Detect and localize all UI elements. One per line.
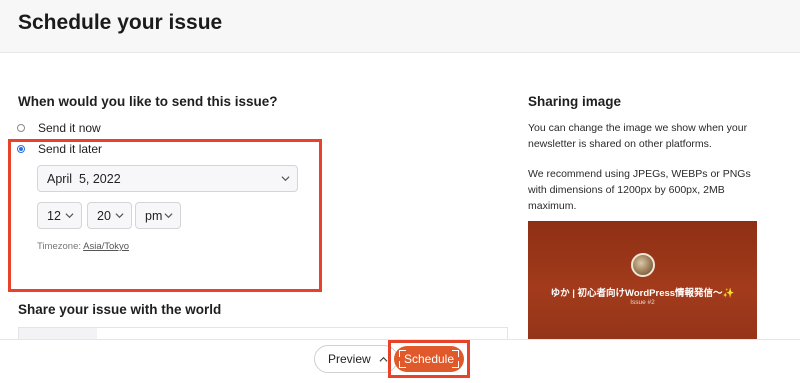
sharing-image-requirements: We recommend using JPEGs, WEBPs or PNGs … (528, 168, 751, 212)
header-bar: Schedule your issue (0, 0, 800, 53)
period-value: pm (145, 208, 163, 223)
send-later-label: Send it later (38, 142, 103, 156)
schedule-label: Schedule (403, 352, 455, 366)
send-later-option[interactable]: Send it later (17, 142, 102, 156)
focus-corner-bottom-right (452, 361, 459, 368)
timezone-link[interactable]: Asia/Tokyo (83, 241, 129, 252)
chevron-down-icon (115, 213, 124, 219)
preview-label: Preview (328, 352, 371, 366)
schedule-button[interactable]: Schedule (394, 346, 464, 372)
focus-corner-top-left (399, 350, 406, 357)
send-later-radio[interactable] (17, 145, 25, 153)
send-time-heading: When would you like to send this issue? (18, 94, 278, 109)
minute-select[interactable]: 20 (87, 202, 132, 229)
hour-value: 12 (47, 208, 61, 223)
send-now-radio[interactable] (17, 124, 25, 132)
chevron-down-icon (65, 213, 74, 219)
chevron-up-icon (379, 356, 388, 362)
avatar (631, 253, 655, 277)
date-select[interactable]: April 5, 2022 (37, 165, 298, 192)
send-now-label: Send it now (38, 121, 101, 135)
sharing-image-preview[interactable]: ゆか | 初心者向けWordPress情報発信〜✨ Issue #2 (528, 221, 757, 343)
preview-button[interactable]: Preview (314, 345, 398, 373)
period-select[interactable]: pm (135, 202, 181, 229)
sharing-image-heading: Sharing image (528, 94, 622, 109)
timezone-info: Timezone: Asia/Tokyo (37, 241, 129, 252)
chevron-down-icon (281, 176, 290, 182)
send-now-option[interactable]: Send it now (17, 121, 101, 135)
sharing-image-title: ゆか | 初心者向けWordPress情報発信〜✨ (550, 288, 735, 299)
focus-corner-top-right (452, 350, 459, 357)
focus-corner-bottom-left (399, 361, 406, 368)
chevron-down-icon (164, 213, 173, 219)
sharing-image-subtitle: Issue #2 (630, 299, 655, 306)
sharing-image-description: You can change the image we show when yo… (528, 122, 748, 150)
page-title: Schedule your issue (18, 11, 223, 34)
date-value: April 5, 2022 (47, 171, 121, 186)
share-heading: Share your issue with the world (18, 302, 222, 317)
hour-select[interactable]: 12 (37, 202, 82, 229)
timezone-label: Timezone: (37, 241, 84, 252)
minute-value: 20 (97, 208, 111, 223)
